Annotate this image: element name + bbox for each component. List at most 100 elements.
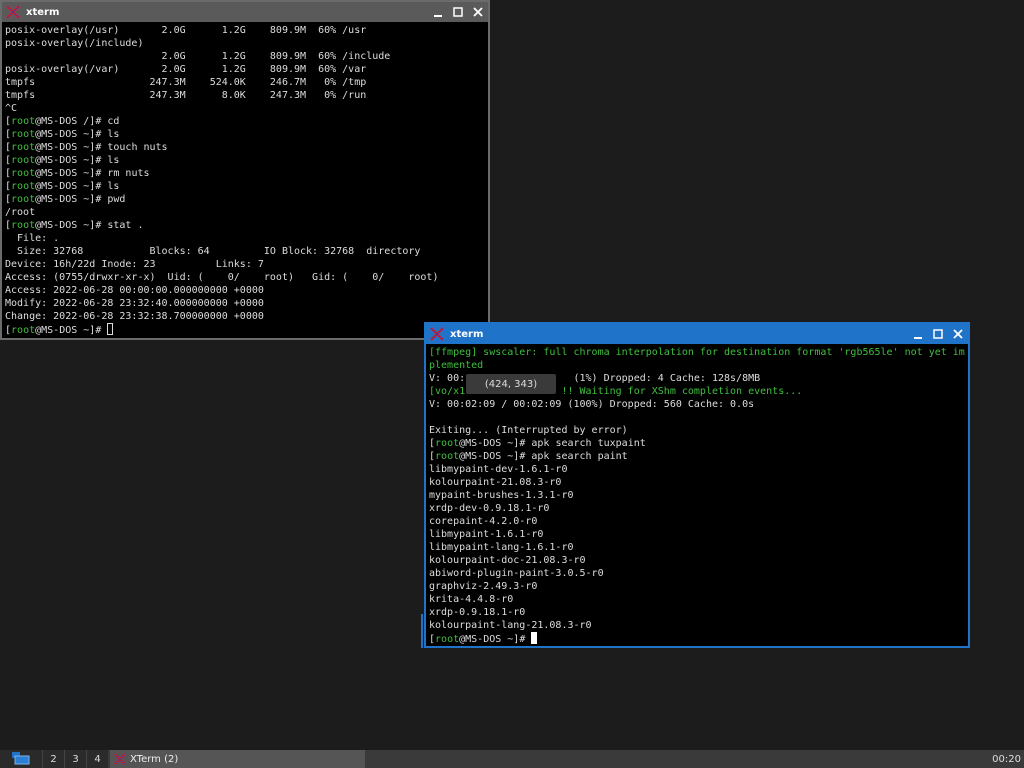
workspace-4-button[interactable]: 4	[86, 750, 108, 768]
maximize-button[interactable]	[448, 2, 468, 22]
terminal-text: posix-overlay(/include)	[5, 38, 144, 49]
terminal-line: Change: 2022-06-28 23:32:38.700000000 +0…	[5, 310, 485, 323]
terminal-line: [root@MS-DOS ~]# touch nuts	[5, 142, 168, 153]
terminal-line: posix-overlay(/usr) 2.0G 1.2G 809.9M 60%…	[5, 24, 485, 37]
terminal-line: libmypaint-lang-1.6.1-r0	[429, 541, 965, 554]
terminal-line: kolourpaint-doc-21.08.3-r0	[429, 554, 965, 567]
terminal-text: posix-overlay(/usr) 2.0G 1.2G 809.9M 60%…	[5, 25, 367, 36]
terminal-line: mypaint-brushes-1.3.1-r0	[429, 489, 965, 502]
terminal-line: [root@MS-DOS ~]#	[5, 323, 485, 336]
terminal-line: graphviz-2.49.3-r0	[429, 580, 965, 593]
terminal-text: Access: 2022-06-28 00:00:00.000000000 +0…	[5, 285, 264, 296]
terminal-line: kolourpaint-lang-21.08.3-r0	[429, 619, 965, 632]
prompt-user: root	[11, 220, 36, 231]
terminal-line: [root@MS-DOS ~]# ls	[5, 155, 120, 166]
terminal-text: krita-4.4.8-r0	[429, 594, 514, 605]
terminal-line: [root@MS-DOS ~]# ls	[5, 181, 120, 192]
prompt-user: root	[435, 438, 460, 449]
terminal-text: stat .	[107, 220, 144, 231]
terminal-text: pwd	[107, 194, 126, 205]
terminal-text: cd	[107, 116, 120, 127]
terminal-text: File: .	[5, 233, 60, 244]
workspace-pager-icon	[11, 751, 31, 768]
terminal-text: Access: (0755/drwxr-xr-x) Uid: ( 0/ root…	[5, 272, 439, 283]
terminal-line: [root@MS-DOS ~]# apk search paint	[429, 451, 628, 462]
terminal-text: V: 00:02:09 / 00:02:09 (100%) Dropped: 5…	[429, 399, 755, 410]
prompt-user: root	[11, 181, 36, 192]
terminal-text: Size: 32768 Blocks: 64 IO Block: 32768 d…	[5, 246, 421, 257]
terminal-text: Device: 16h/22d Inode: 23 Links: 7	[5, 259, 264, 270]
terminal-line: tmpfs 247.3M 524.0K 246.7M 0% /tmp	[5, 76, 485, 89]
terminal-line: [root@MS-DOS ~]# ls	[5, 129, 120, 140]
terminal-text: ls	[107, 129, 120, 140]
terminal-line: ^C	[5, 102, 485, 115]
terminal-line: [ffmpeg] swscaler: full chroma interpola…	[429, 346, 965, 359]
terminal-text: kolourpaint-doc-21.08.3-r0	[429, 555, 586, 566]
terminal-line: [root@MS-DOS ~]# apk search tuxpaint	[429, 438, 646, 449]
terminal-line: kolourpaint-21.08.3-r0	[429, 476, 965, 489]
minimize-button[interactable]	[428, 2, 448, 22]
terminal-text: libmypaint-lang-1.6.1-r0	[429, 542, 574, 553]
terminal-line: libmypaint-dev-1.6.1-r0	[429, 463, 965, 476]
xterm-window-1[interactable]: xterm posix-overlay(/usr) 2.0G 1.2G 809.…	[0, 0, 490, 340]
xterm-icon	[113, 752, 127, 766]
xterm-icon[interactable]	[429, 326, 445, 342]
terminal-text: mypaint-brushes-1.3.1-r0	[429, 490, 574, 501]
terminal-line: [root@MS-DOS ~]# rm nuts	[5, 168, 150, 179]
minimize-button[interactable]	[908, 324, 928, 344]
window-title: xterm	[26, 6, 60, 18]
terminal-text: posix-overlay(/var) 2.0G 1.2G 809.9M 60%…	[5, 64, 367, 75]
terminal-line: xrdp-dev-0.9.18.1-r0	[429, 502, 965, 515]
terminal-line: V: 00:02:09 / 00:02:09 (100%) Dropped: 5…	[429, 398, 965, 411]
terminal-text: ls	[107, 155, 120, 166]
taskbar-task-xterm[interactable]: XTerm (2)	[110, 750, 365, 768]
xterm-window-2[interactable]: xterm [ffmpeg] swscaler: full chroma int…	[424, 322, 970, 648]
task-label: XTerm (2)	[130, 753, 179, 765]
terminal-output[interactable]: posix-overlay(/usr) 2.0G 1.2G 809.9M 60%…	[5, 24, 485, 336]
taskbar: 2 3 4 XTerm (2) 00:20	[0, 750, 1024, 768]
close-button[interactable]	[948, 324, 968, 344]
maximize-button[interactable]	[928, 324, 948, 344]
terminal-line: [root@MS-DOS ~]# pwd	[5, 194, 126, 205]
title-bar[interactable]: xterm	[426, 324, 968, 344]
terminal-text: xrdp-dev-0.9.18.1-r0	[429, 503, 550, 514]
terminal-text: kolourpaint-21.08.3-r0	[429, 477, 562, 488]
terminal-text: apk search tuxpaint	[531, 438, 646, 449]
terminal-line: krita-4.4.8-r0	[429, 593, 965, 606]
xterm-icon[interactable]	[5, 4, 21, 20]
workspace-3-button[interactable]: 3	[64, 750, 86, 768]
terminal-line: Access: (0755/drwxr-xr-x) Uid: ( 0/ root…	[5, 271, 485, 284]
terminal-text: abiword-plugin-paint-3.0.5-r0	[429, 568, 604, 579]
terminal-line: plemented	[429, 359, 965, 372]
terminal-line: 2.0G 1.2G 809.9M 60% /include	[5, 50, 485, 63]
terminal-line: Size: 32768 Blocks: 64 IO Block: 32768 d…	[5, 245, 485, 258]
terminal-cursor	[531, 632, 538, 644]
terminal-text: tmpfs 247.3M 524.0K 246.7M 0% /tmp	[5, 77, 367, 88]
close-button[interactable]	[468, 2, 488, 22]
title-bar[interactable]: xterm	[2, 2, 488, 22]
terminal-text: graphviz-2.49.3-r0	[429, 581, 538, 592]
terminal-text: [ffmpeg] swscaler: full chroma interpola…	[429, 347, 965, 358]
terminal-text: Change: 2022-06-28 23:32:38.700000000 +0…	[5, 311, 264, 322]
terminal-text: touch nuts	[107, 142, 168, 153]
terminal-line: Access: 2022-06-28 00:00:00.000000000 +0…	[5, 284, 485, 297]
terminal-text: plemented	[429, 360, 484, 371]
window-edge-highlight	[421, 614, 423, 648]
clock: 00:20	[992, 753, 1021, 765]
terminal-cursor	[107, 323, 114, 335]
terminal-text: 2.0G 1.2G 809.9M 60% /include	[5, 51, 391, 62]
terminal-line: File: .	[5, 232, 485, 245]
prompt-user: root	[11, 116, 36, 127]
workspace-1-button[interactable]	[0, 750, 42, 768]
terminal-text: rm nuts	[107, 168, 150, 179]
terminal-line: libmypaint-1.6.1-r0	[429, 528, 965, 541]
terminal-text: apk search paint	[531, 451, 628, 462]
terminal-text: Modify: 2022-06-28 23:32:40.000000000 +0…	[5, 298, 264, 309]
terminal-line: posix-overlay(/var) 2.0G 1.2G 809.9M 60%…	[5, 63, 485, 76]
prompt-user: root	[11, 325, 36, 336]
prompt-user: root	[11, 168, 36, 179]
workspace-2-button[interactable]: 2	[42, 750, 64, 768]
terminal-text: libmypaint-dev-1.6.1-r0	[429, 464, 568, 475]
terminal-text: corepaint-4.2.0-r0	[429, 516, 538, 527]
